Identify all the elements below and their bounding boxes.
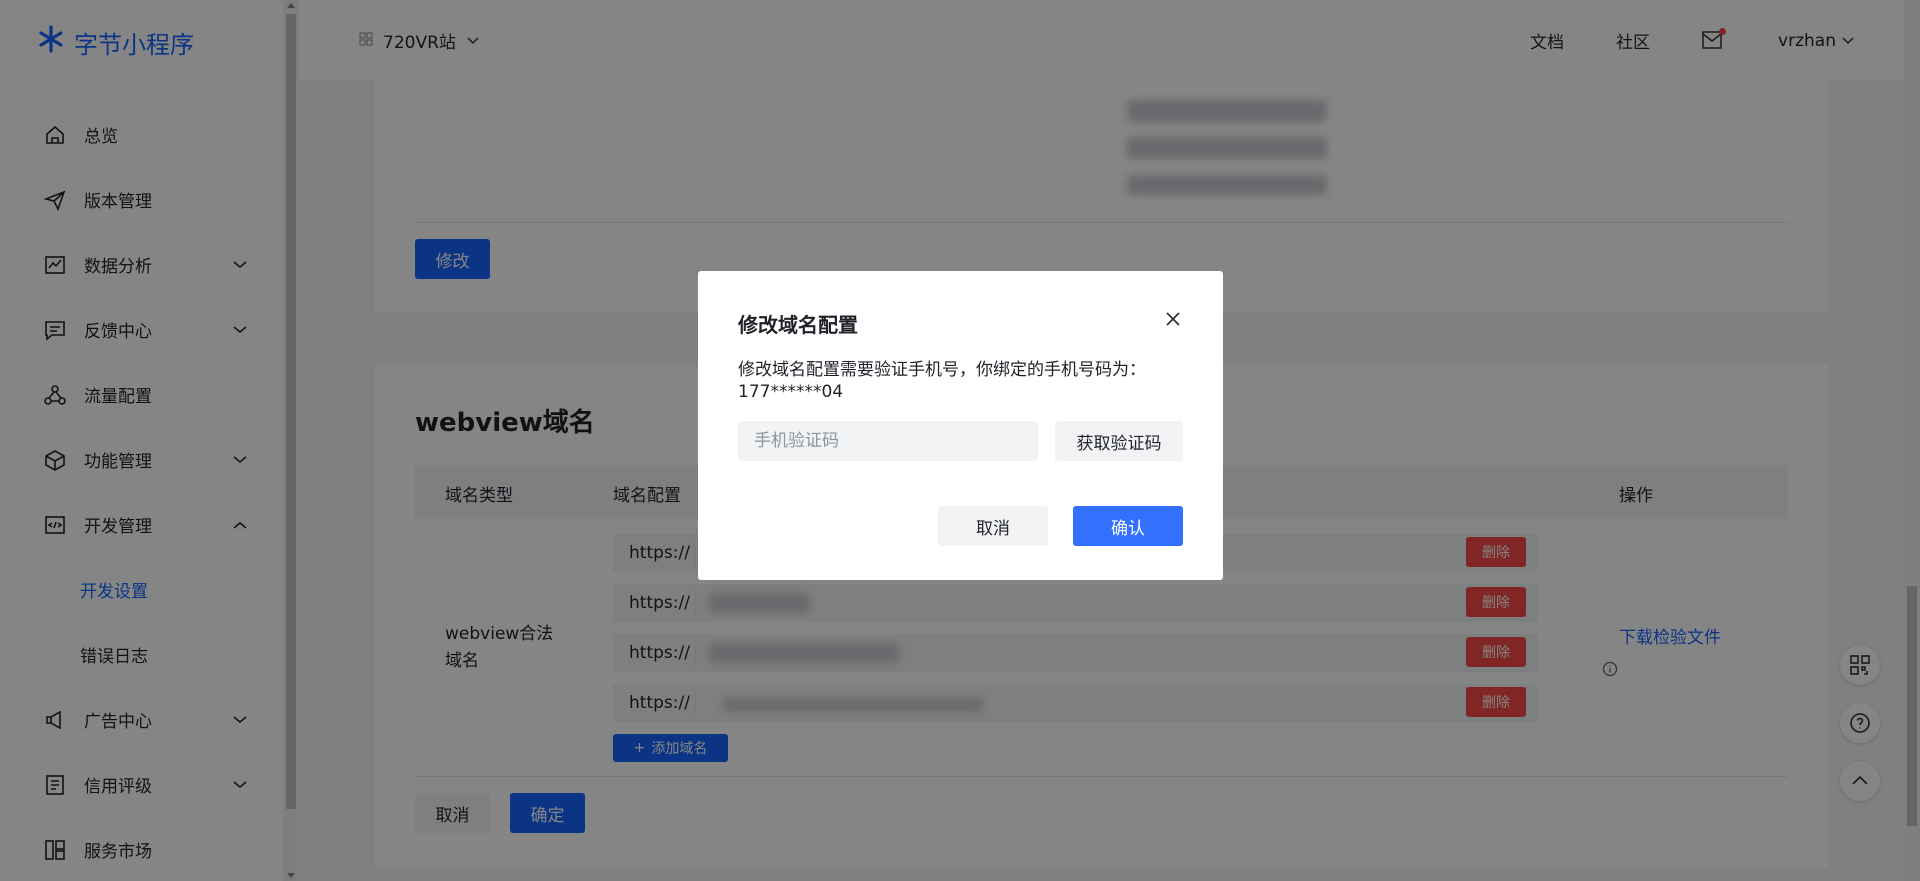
dialog-description: 修改域名配置需要验证手机号，你绑定的手机号码为： xyxy=(738,360,1146,380)
bound-phone-number: 177******04 xyxy=(738,382,844,402)
close-icon[interactable] xyxy=(1163,309,1183,329)
get-code-button[interactable]: 获取验证码 xyxy=(1055,421,1183,461)
verification-code-input[interactable] xyxy=(738,421,1038,461)
dialog-cancel-button[interactable]: 取消 xyxy=(938,506,1048,546)
modify-domain-dialog: 修改域名配置 修改域名配置需要验证手机号，你绑定的手机号码为： 177*****… xyxy=(698,271,1223,580)
dialog-confirm-button[interactable]: 确认 xyxy=(1073,506,1183,546)
dialog-title: 修改域名配置 xyxy=(738,313,858,337)
